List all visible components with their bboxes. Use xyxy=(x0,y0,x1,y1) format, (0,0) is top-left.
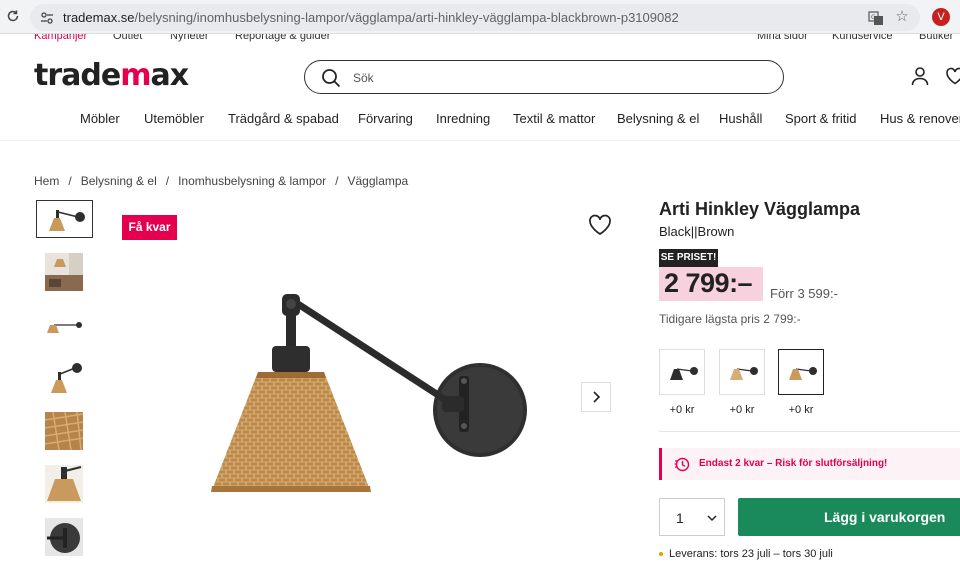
product-main-image[interactable] xyxy=(200,286,540,500)
breadcrumb-hem[interactable]: Hem xyxy=(34,174,59,188)
delivery-info: Leverans: tors 23 juli – tors 30 juli xyxy=(659,548,833,560)
add-to-cart-button[interactable]: Lägg i varukorgen xyxy=(738,498,960,536)
variant-rattan-dark-image xyxy=(789,367,817,380)
nav-item-sport[interactable]: Sport & fritid xyxy=(785,111,857,126)
url-domain: trademax.se xyxy=(63,10,135,25)
clock-icon xyxy=(674,457,690,472)
quantity-select[interactable]: 1 xyxy=(659,498,725,536)
nav-item-forvaring[interactable]: Förvaring xyxy=(358,111,413,126)
chevron-down-icon xyxy=(707,515,717,522)
stock-warning-text: Endast 2 kvar – Risk för slutförsäljning… xyxy=(699,458,888,469)
search-icon[interactable] xyxy=(321,68,341,88)
wishlist-heart-icon[interactable] xyxy=(945,66,960,86)
thumb-shade-closeup-image xyxy=(45,465,83,503)
search-input[interactable] xyxy=(353,69,753,87)
site-settings-icon[interactable] xyxy=(40,11,54,25)
breadcrumb-separator: / xyxy=(165,174,170,188)
thumbnail-7[interactable] xyxy=(36,518,92,556)
variant-price-3: +0 kr xyxy=(788,404,814,416)
bookmark-star-icon[interactable]: ☆ xyxy=(894,9,910,25)
variant-rattan-light-image xyxy=(730,367,758,380)
profile-avatar[interactable]: V xyxy=(932,8,950,26)
delivery-text: Leverans: tors 23 juli – tors 30 juli xyxy=(669,548,833,560)
variant-option-rattan-dark[interactable] xyxy=(778,349,824,395)
category-nav: Möbler Utemöbler Trädgård & spabad Förva… xyxy=(0,108,960,130)
nav-item-hus[interactable]: Hus & renoveri xyxy=(880,111,960,126)
quantity-value: 1 xyxy=(676,510,684,526)
next-image-button[interactable] xyxy=(581,382,611,412)
util-link-outlet[interactable]: Outlet xyxy=(113,34,142,42)
nav-item-tradgard[interactable]: Trädgård & spabad xyxy=(228,111,339,126)
breadcrumb: Hem / Belysning & el / Inomhusbelysning & la… xyxy=(34,174,408,188)
thumb-lamp-side-image xyxy=(47,322,82,333)
breadcrumb-inomhus[interactable]: Inomhusbelysning & lampor xyxy=(178,174,326,188)
thumbnail-3[interactable] xyxy=(36,306,92,344)
util-link-butiker[interactable]: Butiker xyxy=(919,34,953,42)
chevron-right-icon xyxy=(593,391,601,403)
breadcrumb-separator: / xyxy=(68,174,72,188)
thumb-rattan-closeup-image xyxy=(45,412,83,450)
browser-toolbar: trademax.se/belysning/inomhusbelysning-l… xyxy=(0,0,960,34)
breadcrumb-separator: / xyxy=(335,174,339,188)
thumb-lamp-angle-image xyxy=(51,363,82,393)
section-divider xyxy=(659,431,960,432)
url-path: /belysning/inomhusbelysning-lampor/väggl… xyxy=(134,10,679,25)
price-badge: SE PRISET! xyxy=(659,249,718,267)
thumbnail-1[interactable] xyxy=(36,200,93,238)
breadcrumb-vagglampa[interactable]: Vägglampa xyxy=(348,174,409,188)
thumb-wallplate-image xyxy=(45,518,83,556)
user-account-icon[interactable] xyxy=(910,66,930,86)
url-text[interactable]: trademax.se/belysning/inomhusbelysning-l… xyxy=(63,10,679,25)
util-link-kampanjer[interactable]: Kampanjer xyxy=(34,34,87,42)
breadcrumb-belysning[interactable]: Belysning & el xyxy=(81,174,157,188)
reload-icon[interactable] xyxy=(6,9,20,23)
util-link-nyheter[interactable]: Nyheter xyxy=(170,34,209,42)
thumbnail-4[interactable] xyxy=(36,359,92,397)
stock-warning: Endast 2 kvar – Risk för slutförsäljning… xyxy=(659,448,960,480)
delivery-status-dot xyxy=(659,552,663,557)
util-link-reportage[interactable]: Reportage & guider xyxy=(235,34,330,42)
svg-text:G: G xyxy=(871,14,876,21)
nav-item-utemobler[interactable]: Utemöbler xyxy=(144,111,204,126)
thumbnail-5[interactable] xyxy=(36,412,92,450)
thumbnail-6[interactable] xyxy=(36,465,92,503)
util-link-kundservice[interactable]: Kundservice xyxy=(832,34,893,42)
product-price: 2 799:– xyxy=(664,268,753,298)
logo-text-mid: m xyxy=(120,58,151,93)
thumb-lamp-image xyxy=(48,210,85,231)
variant-black-image xyxy=(670,367,698,380)
lowest-price-note: Tidigare lägsta pris 2 799:- xyxy=(659,312,801,326)
nav-item-hushall[interactable]: Hushåll xyxy=(719,111,762,126)
price-box: 2 799:– xyxy=(659,267,763,301)
variant-price-1: +0 kr xyxy=(669,404,695,416)
util-link-mina-sidor[interactable]: Mina sidor xyxy=(757,34,808,42)
search-bar[interactable] xyxy=(304,60,784,94)
address-bar[interactable]: trademax.se/belysning/inomhusbelysning-l… xyxy=(30,4,920,31)
thumbnail-2[interactable] xyxy=(36,253,92,291)
product-color: Black||Brown xyxy=(659,224,735,239)
old-price: Förr 3 599:- xyxy=(770,286,838,301)
nav-divider xyxy=(0,140,960,141)
few-left-badge: Få kvar xyxy=(122,215,177,240)
trademax-logo[interactable]: trademax xyxy=(34,58,189,93)
wishlist-heart-icon[interactable] xyxy=(588,214,612,236)
variant-option-black[interactable] xyxy=(659,349,705,395)
nav-item-textil[interactable]: Textil & mattor xyxy=(513,111,595,126)
translate-icon[interactable]: G xyxy=(868,10,884,26)
product-title: Arti Hinkley Vägglampa xyxy=(659,199,861,219)
logo-text-pre: trade xyxy=(34,58,121,93)
variant-option-rattan-light[interactable] xyxy=(719,349,765,395)
logo-text-post: ax xyxy=(150,58,189,93)
utility-links: Kampanjer Outlet Nyheter Reportage & gui… xyxy=(0,34,960,44)
thumb-room-image xyxy=(45,253,83,291)
nav-item-inredning[interactable]: Inredning xyxy=(436,111,490,126)
variant-price-2: +0 kr xyxy=(729,404,755,416)
nav-item-belysning[interactable]: Belysning & el xyxy=(617,111,699,126)
nav-item-mobler[interactable]: Möbler xyxy=(80,111,120,126)
